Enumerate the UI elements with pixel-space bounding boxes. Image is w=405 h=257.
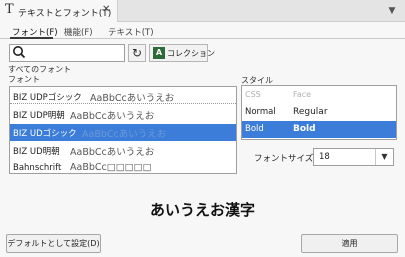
style-css: Bold bbox=[245, 124, 264, 134]
collection-button[interactable]: A コレクション bbox=[149, 44, 215, 62]
tab-features[interactable]: 機能(F) bbox=[64, 26, 93, 38]
font-sample: AaBbCcあいうえお bbox=[90, 93, 175, 104]
font-sample: AaBbCcあいうえお bbox=[70, 111, 155, 122]
chevron-down-icon[interactable]: ▼ bbox=[385, 4, 399, 18]
font-list-item[interactable]: BIZ UD明朝 AaBbCcあいうえお bbox=[10, 142, 236, 159]
tab-text-and-font[interactable]: T テキストとフォント(T) ✕ bbox=[0, 0, 118, 22]
font-size-value[interactable]: 18 bbox=[319, 152, 330, 162]
face-column-header: Face bbox=[293, 90, 312, 99]
tab-text[interactable]: テキスト(T) bbox=[108, 26, 154, 38]
font-name: Bahnschrift bbox=[13, 163, 62, 173]
css-column-header: CSS bbox=[245, 90, 261, 99]
active-tab-indicator bbox=[10, 37, 53, 39]
font-list-item[interactable]: BIZ UDPゴシック AaBbCcあいうえお bbox=[10, 88, 236, 105]
dropdown-arrow-icon[interactable]: ▼ bbox=[375, 149, 393, 165]
font-name: BIZ UDP明朝 bbox=[13, 111, 65, 121]
refresh-icon: ↻ bbox=[131, 46, 143, 60]
font-search-input[interactable] bbox=[9, 44, 125, 62]
style-list-header: CSS Face bbox=[242, 87, 396, 104]
font-list[interactable]: BIZ UDPゴシック AaBbCcあいうえお BIZ UDP明朝 AaBbCc… bbox=[9, 86, 237, 174]
refresh-button[interactable]: ↻ bbox=[128, 44, 146, 62]
font-name: BIZ UDゴシック bbox=[13, 129, 77, 139]
style-list-item-selected[interactable]: Bold Bold bbox=[242, 121, 396, 138]
collection-label: コレクション bbox=[167, 49, 215, 58]
set-as-default-button[interactable]: デフォルトとして設定(D) bbox=[6, 234, 101, 253]
style-list-item[interactable]: Normal Regular bbox=[242, 104, 396, 121]
font-sample: AaBbCcあいうえお bbox=[70, 147, 155, 158]
style-face: Bold bbox=[293, 124, 316, 134]
style-face: Regular bbox=[293, 107, 328, 117]
close-icon[interactable]: ✕ bbox=[102, 4, 110, 15]
font-list-item[interactable]: BIZ UDP明朝 AaBbCcあいうえお bbox=[10, 106, 236, 123]
font-list-item[interactable]: Bahnschrift AaBbCc□□□□□ bbox=[10, 160, 236, 173]
font-preview-text: あいうえお漢字 bbox=[149, 201, 255, 219]
style-css: Normal bbox=[245, 107, 276, 117]
font-section-label: フォント bbox=[8, 75, 40, 84]
tab-label: テキストとフォント(T) bbox=[18, 9, 112, 19]
font-name: BIZ UDPゴシック bbox=[13, 93, 82, 103]
apply-button[interactable]: 適用 bbox=[301, 234, 398, 253]
text-t-icon: T bbox=[5, 2, 14, 17]
font-list-item-selected[interactable]: BIZ UDゴシック AaBbCcあいうえお bbox=[10, 124, 236, 141]
font-size-label: フォントサイズ bbox=[254, 154, 314, 164]
collection-icon: A bbox=[153, 47, 165, 59]
style-list[interactable]: CSS Face Normal Regular Bold Bold bbox=[241, 85, 397, 140]
search-icon bbox=[13, 46, 26, 59]
font-name: BIZ UD明朝 bbox=[13, 147, 60, 157]
font-sample: AaBbCc□□□□□ bbox=[70, 162, 152, 173]
font-sample: AaBbCcあいうえお bbox=[82, 129, 167, 140]
subtab-bar: フォント(F) 機能(F) テキスト(T) bbox=[0, 22, 405, 39]
